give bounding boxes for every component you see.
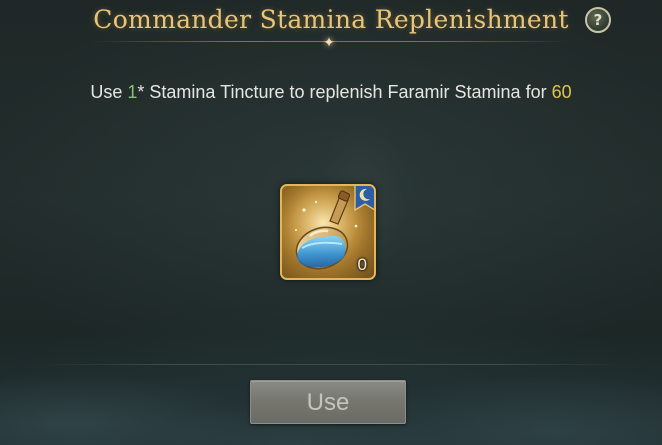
stamina-replenish-dialog: Commander Stamina Replenishment ? ✦ Use … xyxy=(0,0,662,445)
description-part-1: Use xyxy=(90,82,128,102)
use-button[interactable]: Use xyxy=(250,380,406,424)
sparkle-icon: ✦ xyxy=(323,34,335,50)
footer-divider xyxy=(40,364,622,365)
description-text: Use 1* Stamina Tincture to replenish Far… xyxy=(80,78,582,106)
item-count: 0 xyxy=(357,255,367,274)
stamina-tincture-item-slot[interactable]: 0 xyxy=(280,184,376,280)
stamina-amount: 60 xyxy=(551,82,572,102)
help-icon[interactable]: ? xyxy=(585,7,611,33)
description-part-2: * Stamina Tincture to replenish Faramir … xyxy=(137,82,552,102)
item-quantity: 1 xyxy=(127,82,138,102)
moon-ribbon-badge-icon xyxy=(354,186,374,212)
